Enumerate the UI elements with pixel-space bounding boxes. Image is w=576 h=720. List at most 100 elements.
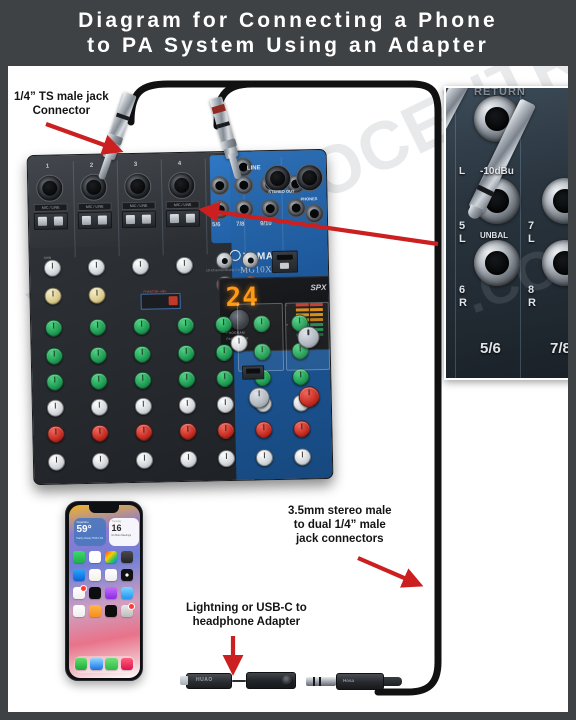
gain-knob-4[interactable] [175,256,194,275]
high-eq-1[interactable] [45,319,63,337]
aux-knob-3[interactable] [134,397,153,415]
phantom-button[interactable] [168,296,178,306]
inset-ch7-side: L [528,233,535,245]
channel-switches-1[interactable] [33,212,69,231]
level-knob-1[interactable] [47,453,66,471]
fx-knob-3[interactable] [135,423,153,441]
high-eq-3[interactable] [133,317,151,335]
jack-hole-icon [282,675,293,686]
to-pc-switch[interactable] [279,262,290,269]
aux-knob-4[interactable] [178,396,197,415]
low-eq-3[interactable] [134,371,152,389]
app-settings-icon[interactable] [121,602,136,617]
gain-knob-1[interactable] [43,259,62,277]
usb-port[interactable] [276,254,293,260]
title-line-1: Diagram for Connecting a Phone [78,9,498,32]
app-home-icon[interactable] [88,604,101,617]
app-facetime-icon[interactable] [72,550,85,563]
mid-eq-4[interactable] [177,344,195,363]
app-notes-icon[interactable] [88,568,101,581]
inset-jack-6r[interactable] [474,240,520,286]
dock-messages-icon[interactable] [105,657,118,671]
app-mail-icon[interactable] [72,568,85,581]
fx-knob-4[interactable] [179,422,197,441]
dock-safari-icon[interactable] [90,657,103,671]
app-wallet-icon[interactable] [104,604,117,617]
app-camera-icon[interactable] [121,550,134,563]
channel-number-4: 4 [177,160,182,168]
mic-line-label-3: MIC / LINE [121,201,156,211]
adapter-chain: HUAO [180,672,296,689]
app-photos-icon[interactable] [104,550,117,563]
low-eq-2[interactable] [90,372,108,390]
title-line-2: to PA System Using an Adapter [87,34,489,57]
label-stereo-cable-line2: to dual 1/4” male [293,519,386,531]
mid-eq-5[interactable] [215,343,233,362]
channel-switches-4[interactable] [165,209,201,228]
calendar-widget[interactable]: Tuesday 16 No More Meetings [108,517,139,546]
app-podcasts-icon[interactable] [104,586,117,599]
phantom-label: PHANTOM +48V [143,289,167,294]
level-knob-3[interactable] [135,451,154,469]
phantom-power-switch[interactable]: PHANTOM +48V [140,289,181,310]
adapter-wire [232,679,246,682]
plug-housing: Hosa [336,673,384,690]
app-reminders-icon[interactable] [104,568,117,581]
badge-icon [128,602,136,610]
channel-switches-3[interactable] [121,210,157,229]
inset-ch8-number: 8 [528,284,535,296]
phone-screen[interactable]: Cupertino 59° Partly Cloudy H:68 L:54 Tu… [68,504,140,678]
female-35mm-jack [246,672,296,689]
high-eq-2[interactable] [89,318,107,336]
gain-row-label: GAIN [43,255,52,260]
usbc-brand-text: HUAO [196,677,213,683]
quarter-inch-plug-right [209,96,243,180]
app-health-icon[interactable] [72,604,85,617]
fx-knob-5[interactable] [217,421,235,440]
fx-knob-2[interactable] [91,424,109,442]
level-knob-2[interactable] [91,452,110,470]
diagram-page: Diagram for Connecting a Phone to PA Sys… [0,0,576,720]
dock-phone-icon[interactable] [74,657,88,671]
dock-music-icon[interactable] [120,657,134,671]
arrow-stereo-cable [357,556,424,588]
aux-knob-5[interactable] [216,395,235,414]
app-news-icon[interactable] [72,584,87,599]
comp-knob-2[interactable] [88,286,106,304]
label-ts-jack-line1: 1/4” TS male jack [14,91,109,103]
low-eq-1[interactable] [46,373,64,391]
app-calendar-icon[interactable] [88,550,101,563]
calendar-event: No More Meetings [111,533,132,537]
app-appstore-icon[interactable] [121,586,134,599]
high-eq-4[interactable] [177,316,195,335]
phone-dock [73,655,135,673]
app-clock-icon[interactable] [121,568,134,581]
yamaha-mixer: 1 2 3 4 MIC / LINE MIC / LINE MIC / LINE… [26,148,334,486]
aux-knob-1[interactable] [46,399,65,417]
pair-label-910: 9/10 [260,221,272,228]
low-eq-5[interactable] [216,369,234,388]
level-knob-4[interactable] [179,450,198,469]
level-knob-5[interactable] [217,449,236,468]
mid-eq-2[interactable] [89,346,107,364]
usbc-lightning-plug: HUAO [180,672,232,689]
zoom-inset-panel: .COM RETURN L -10dBu 5 L UNBAL 6 [444,86,568,380]
aux-knob-2[interactable] [90,398,109,416]
inset-ch5-number: 5 [459,220,466,232]
channel-switches-2[interactable] [77,211,113,230]
app-tv-icon[interactable] [88,586,101,599]
mid-eq-3[interactable] [133,345,151,363]
label-stereo-cable-line1: 3.5mm stereo male [288,505,392,517]
inset-unbal-label: UNBAL [480,231,508,240]
inset-ch5-side: L [459,233,466,245]
mid-eq-1[interactable] [45,347,63,365]
gain-knob-3[interactable] [131,257,150,275]
usb-section[interactable] [271,250,299,274]
fx-knob-1[interactable] [47,425,65,443]
low-eq-4[interactable] [178,370,196,389]
weather-widget[interactable]: Cupertino 59° Partly Cloudy H:68 L:54 [73,517,106,546]
diagram-canvas: VIRTUOSOCENTRAL.COM 1 [8,66,568,712]
rca-input-l-white[interactable] [215,251,234,270]
gain-knob-2[interactable] [87,258,106,276]
comp-knob-1[interactable] [44,287,62,305]
